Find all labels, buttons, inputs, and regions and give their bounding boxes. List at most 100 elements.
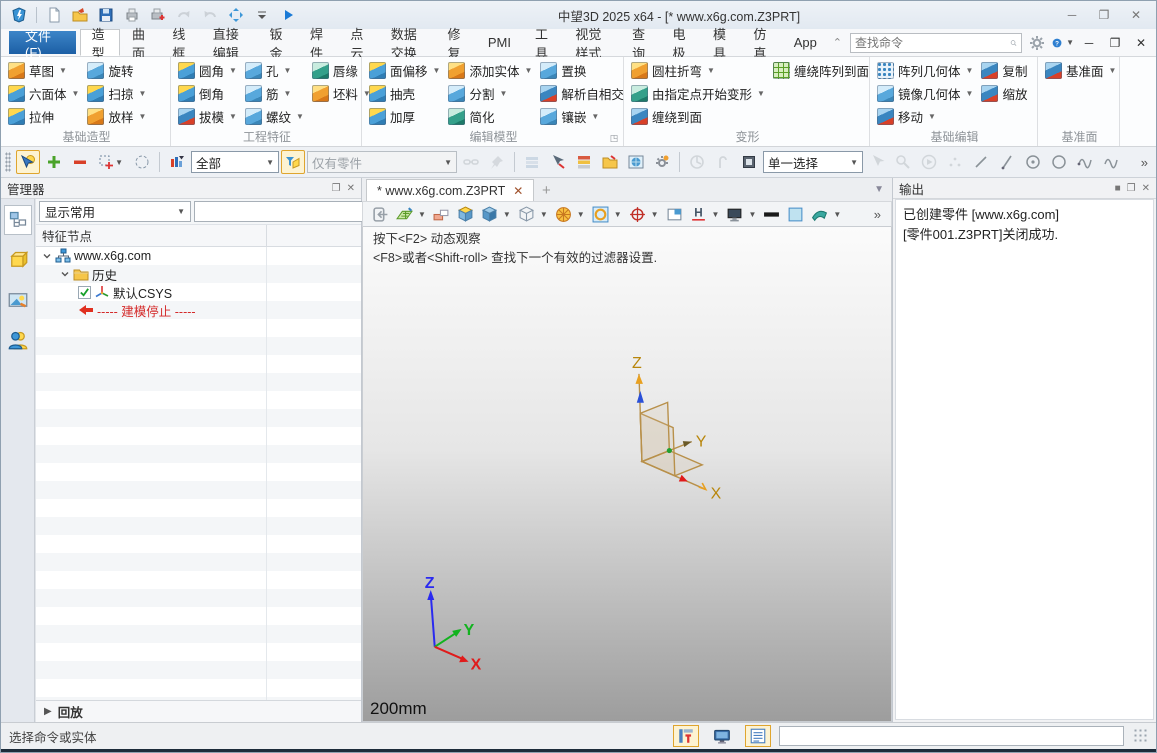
ribbon-button-缠绕阵列到面[interactable]: 缠绕阵列到面 [770, 59, 874, 82]
tree-row--[interactable]: 历史 [36, 265, 361, 283]
chain-button[interactable] [459, 150, 483, 174]
document-tab[interactable]: * www.x6g.com.Z3PRT ✕ [366, 179, 534, 201]
tab-修复[interactable]: 修复 [435, 29, 475, 56]
ribbon-button-加厚[interactable]: 加厚 [366, 105, 445, 128]
expander-icon[interactable] [60, 269, 70, 279]
tab-PMI[interactable]: PMI [476, 29, 523, 56]
compass-red-button[interactable]: ▼ [626, 203, 662, 225]
ribbon-button-缩放[interactable]: 缩放 [978, 82, 1032, 105]
ribbon-button-圆角[interactable]: 圆角▼ [175, 59, 242, 82]
ribbon-button-放样[interactable]: 放样▼ [84, 105, 151, 128]
ribbon-button-解析自相交[interactable]: 解析自相交 [537, 82, 629, 105]
tab-数据交换[interactable]: 数据交换 [379, 29, 436, 56]
output-dock-icon[interactable]: ■ [1115, 183, 1121, 194]
list-blue-button[interactable] [520, 150, 544, 174]
pin-button[interactable] [485, 150, 509, 174]
status-input[interactable] [779, 726, 1124, 746]
history-manager-tab[interactable] [4, 205, 32, 235]
tab-close-icon[interactable]: ✕ [513, 184, 523, 198]
hdim-button[interactable]: H▼ [687, 203, 723, 225]
tab-查询[interactable]: 查询 [620, 29, 660, 56]
tab-模具[interactable]: 模具 [701, 29, 741, 56]
visibility-checkbox[interactable] [78, 286, 91, 299]
ribbon-button-六面体[interactable]: 六面体▼ [5, 82, 84, 105]
resize-grip[interactable] [1134, 729, 1148, 743]
monitor-button[interactable] [709, 725, 735, 747]
ribbon-button-基准面[interactable]: 基准面▼ [1042, 59, 1121, 82]
line1-button[interactable] [969, 150, 993, 174]
app-logo-button[interactable] [7, 4, 31, 26]
add-green-button[interactable] [42, 150, 66, 174]
ribbon-button-添加实体[interactable]: 添加实体▼ [445, 59, 537, 82]
output-close-icon[interactable]: ✕ [1142, 183, 1150, 194]
ribbon-button-缠绕到面[interactable]: 缠绕到面 [628, 105, 770, 128]
ribbon-button-镜像几何体[interactable]: 镜像几何体▼ [874, 82, 978, 105]
ribbon-button-简化[interactable]: 简化 [445, 105, 537, 128]
tab-App[interactable]: App [782, 29, 829, 56]
undo-button[interactable] [172, 4, 196, 26]
dialog-launcher-icon[interactable]: ◳ [608, 132, 620, 144]
ribbon-button-旋转[interactable]: 旋转 [84, 59, 151, 82]
toolbar-overflow-button[interactable]: » [1137, 155, 1152, 170]
new-doc-button[interactable] [42, 4, 66, 26]
shaded-box-button[interactable]: ▼ [478, 203, 514, 225]
mdi-close-button[interactable]: ✕ [1130, 33, 1152, 53]
part-filter-select[interactable]: 仅有零件▼ [307, 151, 457, 173]
tab-曲面[interactable]: 曲面 [120, 29, 160, 56]
ribbon-button-圆柱折弯[interactable]: 圆柱折弯▼ [628, 59, 770, 82]
mdi-restore-button[interactable]: ❐ [1104, 33, 1126, 53]
filter-part-button[interactable] [281, 150, 305, 174]
lasso-button[interactable] [130, 150, 154, 174]
pie-wheel-button[interactable]: ▼ [552, 203, 588, 225]
tree-search-input[interactable] [194, 201, 381, 222]
globe-image-button[interactable] [624, 150, 648, 174]
minimize-button[interactable]: ─ [1058, 5, 1086, 25]
viewport-canvas[interactable]: 按下<F2> 动态观察 <F8>或者<Shift-roll> 查找下一个有效的过… [362, 227, 892, 722]
folder-red-button[interactable] [598, 150, 622, 174]
ribbon-button-阵列几何体[interactable]: 阵列几何体▼ [874, 59, 978, 82]
ribbon-button-孔[interactable]: 孔▼ [242, 59, 309, 82]
iso-box-button[interactable] [454, 203, 477, 225]
redo-button[interactable] [198, 4, 222, 26]
settings-gear-icon[interactable] [1026, 33, 1048, 53]
bar-black-button[interactable] [760, 203, 783, 225]
print-add-button[interactable] [146, 4, 170, 26]
notes-button[interactable] [745, 725, 771, 747]
pick-bulb-button[interactable] [16, 150, 40, 174]
filter-colors-button[interactable] [165, 150, 189, 174]
ui-config-button[interactable] [673, 725, 699, 747]
square-dark-button[interactable] [737, 150, 761, 174]
gear-orange-button[interactable] [650, 150, 674, 174]
ribbon-button-由指定点开始变形[interactable]: 由指定点开始变形▼ [628, 82, 770, 105]
tab-直接编辑[interactable]: 直接编辑 [201, 29, 258, 56]
eraser-button[interactable] [430, 203, 453, 225]
filter-scope-select[interactable]: 全部▼ [191, 151, 279, 173]
new-tab-button[interactable]: + [534, 179, 558, 201]
mdi-minimize-button[interactable]: ─ [1078, 33, 1100, 53]
ribbon-button-倒角[interactable]: 倒角 [175, 82, 242, 105]
ribbon-button-镶嵌[interactable]: 镶嵌▼ [537, 105, 629, 128]
ribbon-button-螺纹[interactable]: 螺纹▼ [242, 105, 309, 128]
manager-close-icon[interactable]: ✕ [347, 183, 355, 194]
wire-box-button[interactable]: ▼ [515, 203, 551, 225]
toolbar-drag-handle[interactable] [5, 152, 11, 172]
viewport-toolbar-overflow[interactable]: » [870, 207, 885, 222]
file-menu-button[interactable]: 文件(F) [9, 31, 76, 54]
layer-plane-button[interactable]: ▼ [393, 203, 429, 225]
tree-filter-select[interactable]: 显示常用 ▼ [39, 201, 191, 222]
dots-button[interactable] [943, 150, 967, 174]
ribbon-button-扫掠[interactable]: 扫掠▼ [84, 82, 151, 105]
tree-row-www-x6g-com[interactable]: www.x6g.com [36, 247, 361, 265]
square-cyan-button[interactable] [784, 203, 807, 225]
circle-dot-button[interactable] [1021, 150, 1045, 174]
wave-dot-button[interactable] [1073, 150, 1097, 174]
ribbon-button-筋[interactable]: 筋▼ [242, 82, 309, 105]
monitor-dark-button[interactable]: ▼ [723, 203, 759, 225]
circle-arrow-button[interactable] [685, 150, 709, 174]
manager-restore-icon[interactable]: ❐ [332, 183, 341, 194]
tab-线框[interactable]: 线框 [160, 29, 200, 56]
role-manager-tab[interactable] [4, 325, 32, 355]
ribbon-button-拔模[interactable]: 拔模▼ [175, 105, 242, 128]
pick-mode-select[interactable]: 单一选择▼ [763, 151, 863, 173]
tab-电极[interactable]: 电极 [661, 29, 701, 56]
